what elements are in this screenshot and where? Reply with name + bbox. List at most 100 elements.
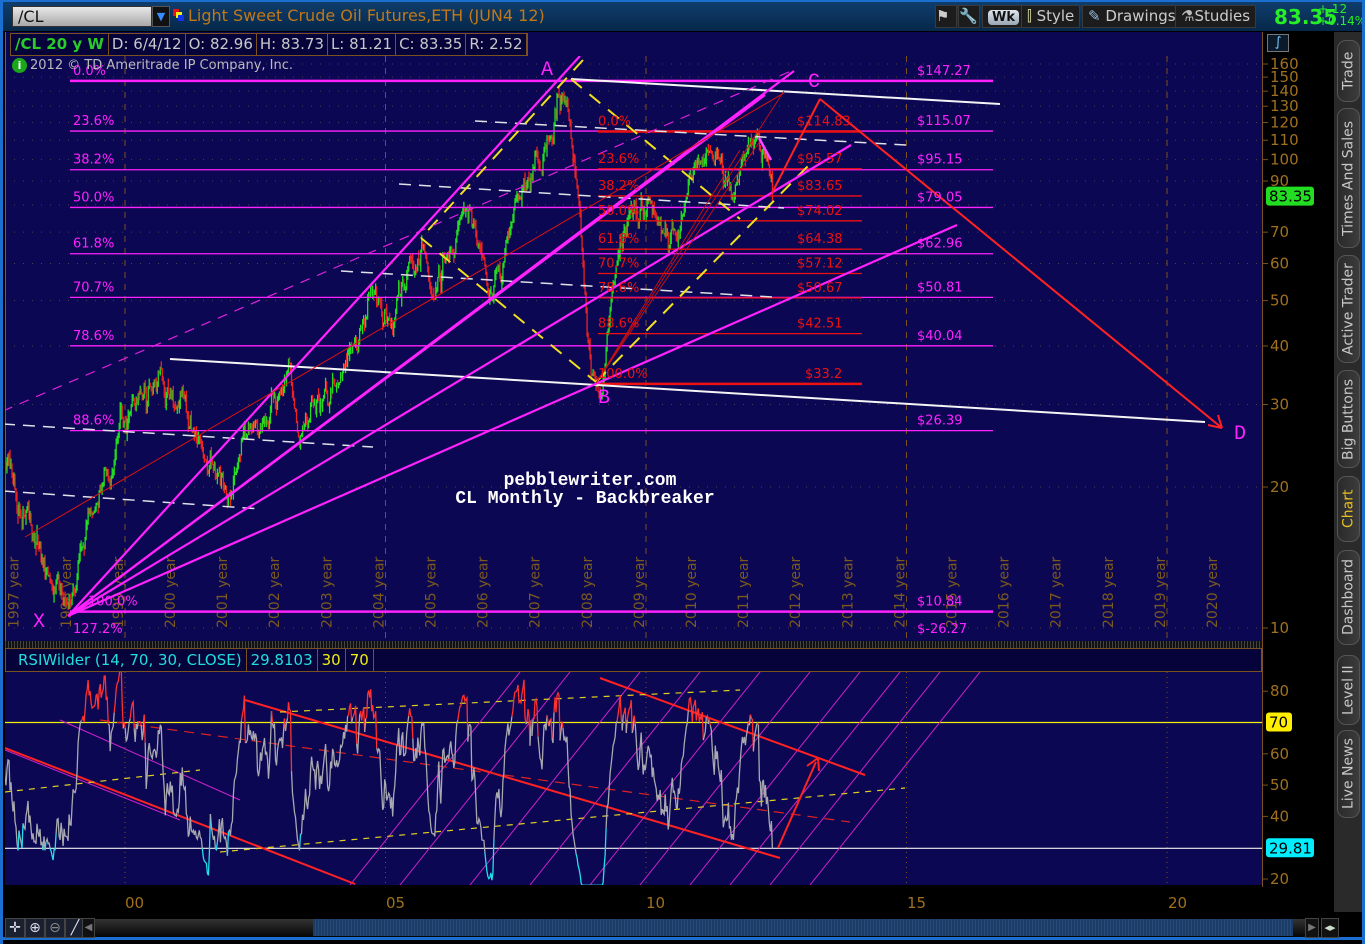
tab-trade[interactable]: Trade <box>1337 40 1360 102</box>
rsi-parallel-line[interactable] <box>59 719 241 801</box>
year-label: 2013 year <box>840 556 856 628</box>
year-label: 1997 year <box>7 556 23 628</box>
fib-xa-price-label: $10.84 <box>917 595 963 610</box>
rsi-segment <box>756 722 760 726</box>
rsi-segment <box>537 715 548 770</box>
watermark: pebblewriter.com CL Monthly - Backbreake… <box>455 471 714 509</box>
rsi-segment <box>107 712 115 752</box>
chart-settings-icon[interactable]: ∫ <box>1267 34 1289 52</box>
fib-xa-price-label: $147.27 <box>917 64 971 79</box>
fib-xa-percent-label: 70.7% <box>73 280 114 295</box>
year-label: 2012 year <box>788 556 804 628</box>
rsi-segment <box>21 823 24 848</box>
rsi-segment <box>757 724 774 849</box>
expand-time-icon[interactable]: ◂▸ <box>1321 918 1339 938</box>
rsi-parallel-line[interactable] <box>809 672 981 885</box>
fib-xa-percent-label: 61.8% <box>73 237 114 252</box>
rsi-axis-label: 80 <box>1270 682 1289 700</box>
tab-active-trader[interactable]: Active Trader <box>1337 255 1360 363</box>
fib-xa-price-label: $50.81 <box>917 280 963 295</box>
tab-dashboard[interactable]: Dashboard <box>1337 550 1360 645</box>
price-axis-label: 100 <box>1270 151 1299 169</box>
rsi-segment <box>709 721 750 841</box>
fib-ab-price-label: $64.38 <box>797 232 843 247</box>
tab-live-news[interactable]: Live News <box>1337 730 1360 818</box>
price-axis-label: 20 <box>1270 478 1289 496</box>
fib-xa-percent-label: 78.6% <box>73 329 114 344</box>
crosshair-icon[interactable]: ✛ <box>5 918 25 938</box>
rsi-parallel-line[interactable] <box>639 672 811 885</box>
bar-high: H: 83.73 <box>257 34 328 55</box>
rsi-parallel-line[interactable] <box>769 672 941 885</box>
rsi-parallel-line[interactable] <box>689 672 861 885</box>
point-b-label: B <box>598 387 610 410</box>
zoom-in-icon[interactable]: ⊕ <box>25 918 45 938</box>
fib-xa-percent-label: 127.2% <box>73 622 123 637</box>
yellow-dashed-line[interactable] <box>420 237 597 383</box>
point-a-label: A <box>541 59 553 82</box>
fib-xa-price-label: $62.96 <box>917 237 963 252</box>
fib-xa-percent-label: 100.0% <box>88 595 138 610</box>
year-label: 2015 year <box>945 556 961 628</box>
fib-ab-price-label: $95.57 <box>797 152 843 167</box>
year-label: 2002 year <box>267 556 283 628</box>
axes: 160150140130120110100907060504030201083.… <box>1262 55 1314 888</box>
watermark-site: pebblewriter.com <box>504 471 677 491</box>
cd-leg-line[interactable] <box>819 98 1223 429</box>
magenta-dashed-line[interactable] <box>3 70 792 411</box>
rsi-axis-label: 50 <box>1270 776 1289 794</box>
scroll-left-button[interactable]: ◀ <box>82 918 95 938</box>
rsi-parallel-line[interactable] <box>5 749 181 821</box>
fan-line[interactable] <box>67 56 581 617</box>
trend-line-dashed[interactable] <box>340 270 773 298</box>
tab-times-and-sales[interactable]: Times And Sales <box>1337 108 1360 248</box>
fib-xa-price-label: $79.05 <box>917 190 963 205</box>
rsi-segment <box>548 720 551 727</box>
rsi-segment <box>553 691 561 741</box>
fib-ab-percent-label: 23.6% <box>598 152 639 167</box>
rsi-segment <box>359 706 366 733</box>
rsi-segment <box>687 696 704 741</box>
rsi-parallel-line[interactable] <box>729 672 901 885</box>
tab-level-ii[interactable]: Level II <box>1337 655 1360 725</box>
info-bar: /CL 20 y W D: 6/4/12 O: 82.96 H: 83.73 L… <box>10 33 528 56</box>
price-axis-label: 60 <box>1270 255 1289 273</box>
rsi-yellow-dashed[interactable] <box>219 787 906 853</box>
year-label: 2011 year <box>736 556 752 628</box>
zoom-out-icon[interactable]: ⊖ <box>45 918 65 938</box>
rsi-segment <box>376 715 410 817</box>
rsi-drawings[interactable] <box>5 672 1262 885</box>
rsi-segment <box>245 710 273 779</box>
price-axis-label: 40 <box>1270 337 1289 355</box>
year-label: 2009 year <box>632 556 648 628</box>
rsi-segment <box>408 708 414 739</box>
scroll-right-button[interactable]: ▶ <box>1305 918 1319 938</box>
rsi-channel-line[interactable] <box>244 699 781 859</box>
yellow-dashed-line[interactable] <box>420 59 584 239</box>
rsi-axis-label: 60 <box>1270 745 1289 763</box>
time-axis-label: 00 <box>125 894 145 912</box>
tab-big-buttons[interactable]: Big Buttons <box>1337 370 1360 468</box>
rsi-segment <box>626 700 633 734</box>
rsi-segment <box>532 696 539 737</box>
fib-ab-price-label: $114.83 <box>797 114 851 129</box>
fib-ab-price-label: $83.65 <box>797 179 843 194</box>
fan-line[interactable] <box>67 144 852 617</box>
scrollbar-thumb[interactable] <box>313 919 1293 936</box>
fib-ab-percent-label: 100.0% <box>598 367 648 382</box>
year-label: 2004 year <box>371 556 387 628</box>
rsi-channel-midline[interactable] <box>99 719 851 823</box>
fib-ab-percent-label: 78.6% <box>598 281 639 296</box>
rsi-value-tag-text: 29.81 <box>1269 839 1312 857</box>
rsi-axis-label: 40 <box>1270 807 1289 825</box>
year-label: 2019 year <box>1153 556 1169 628</box>
fib-ab-price-label: $33.2 <box>805 367 842 382</box>
rsi-segment <box>216 817 229 856</box>
rsi-axis-label: 20 <box>1270 870 1289 888</box>
tab-chart[interactable]: Chart <box>1337 476 1360 542</box>
year-label: 2017 year <box>1049 556 1065 628</box>
year-label: 2005 year <box>424 556 440 628</box>
current-price-tag-text: 83.35 <box>1269 188 1312 206</box>
info-icon[interactable]: i <box>12 58 27 73</box>
rsi-parallel-line[interactable] <box>349 672 521 885</box>
